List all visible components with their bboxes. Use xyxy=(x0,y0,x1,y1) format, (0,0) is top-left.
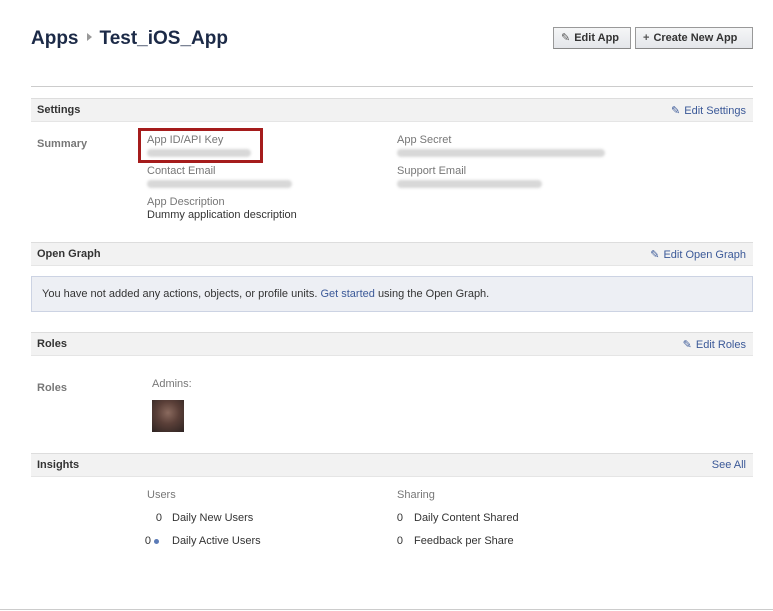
insights-title: Insights xyxy=(37,459,80,471)
breadcrumb: Apps Test_iOS_App xyxy=(31,28,228,50)
og-message-suffix: using the Open Graph. xyxy=(377,288,490,300)
daily-new-users-label: Daily New Users xyxy=(172,512,254,524)
edit-settings-link[interactable]: ✎ Edit Settings xyxy=(671,104,746,117)
page-header: Apps Test_iOS_App ✎ Edit App + Create New A… xyxy=(31,26,753,56)
roles-side-label: Roles xyxy=(37,382,67,394)
daily-active-users-label: Daily Active Users xyxy=(172,535,261,547)
app-description-value: Dummy application description xyxy=(147,209,297,221)
app-secret-label: App Secret xyxy=(397,134,452,146)
pencil-icon: ✎ xyxy=(671,105,681,117)
contact-email-label: Contact Email xyxy=(147,165,216,177)
get-started-link[interactable]: Get started xyxy=(320,288,374,300)
breadcrumb-apps-link[interactable]: Apps xyxy=(31,28,79,49)
daily-new-users-count: 0 xyxy=(155,512,162,524)
plus-icon: + xyxy=(643,32,650,44)
roles-section-header: Roles ✎ Edit Roles xyxy=(31,332,753,356)
footer-divider xyxy=(0,609,773,610)
admin-avatar[interactable] xyxy=(152,400,184,432)
daily-content-shared-count: 0 xyxy=(396,512,403,524)
edit-roles-label: Edit Roles xyxy=(695,339,746,351)
contact-email-value-redacted xyxy=(147,180,292,188)
edit-open-graph-link[interactable]: ✎ Edit Open Graph xyxy=(650,248,746,261)
settings-section-header: Settings ✎ Edit Settings xyxy=(31,98,753,122)
daily-active-users-count: 0 xyxy=(144,535,151,547)
triangle-right-icon xyxy=(86,32,92,41)
open-graph-notice: You have not added any actions, objects,… xyxy=(31,276,753,312)
open-graph-section-header: Open Graph ✎ Edit Open Graph xyxy=(31,242,753,266)
see-all-link[interactable]: See All xyxy=(712,459,746,471)
insights-section-header: Insights See All xyxy=(31,453,753,477)
feedback-per-share-count: 0 xyxy=(396,535,403,547)
edit-settings-label: Edit Settings xyxy=(684,105,746,117)
summary-label: Summary xyxy=(37,138,88,150)
pencil-icon: ✎ xyxy=(561,32,571,44)
support-email-label: Support Email xyxy=(397,165,467,177)
users-heading: Users xyxy=(147,489,176,501)
edit-open-graph-label: Edit Open Graph xyxy=(663,249,746,261)
roles-title: Roles xyxy=(37,338,67,350)
open-graph-title: Open Graph xyxy=(37,248,101,260)
app-secret-value-redacted xyxy=(397,149,605,157)
divider xyxy=(31,86,753,87)
app-description-label: App Description xyxy=(147,196,225,208)
settings-title: Settings xyxy=(37,104,81,116)
admins-label: Admins: xyxy=(152,378,192,390)
create-new-app-label: Create New App xyxy=(653,32,738,44)
info-dot-icon[interactable] xyxy=(153,535,159,547)
edit-app-button[interactable]: ✎ Edit App xyxy=(553,27,631,49)
og-message-prefix: You have not added any actions, objects,… xyxy=(42,288,318,300)
pencil-icon: ✎ xyxy=(650,249,660,261)
create-new-app-button[interactable]: + Create New App xyxy=(635,27,753,49)
daily-content-shared-label: Daily Content Shared xyxy=(414,512,519,524)
highlight-box xyxy=(138,128,263,163)
feedback-per-share-label: Feedback per Share xyxy=(414,535,514,547)
edit-app-label: Edit App xyxy=(574,32,620,44)
page-title: Test_iOS_App xyxy=(99,28,228,49)
open-graph-message: You have not added any actions, objects,… xyxy=(42,288,489,300)
sharing-heading: Sharing xyxy=(397,489,435,501)
edit-roles-link[interactable]: ✎ Edit Roles xyxy=(683,338,746,351)
support-email-value-redacted xyxy=(397,180,542,188)
pencil-icon: ✎ xyxy=(682,339,692,351)
